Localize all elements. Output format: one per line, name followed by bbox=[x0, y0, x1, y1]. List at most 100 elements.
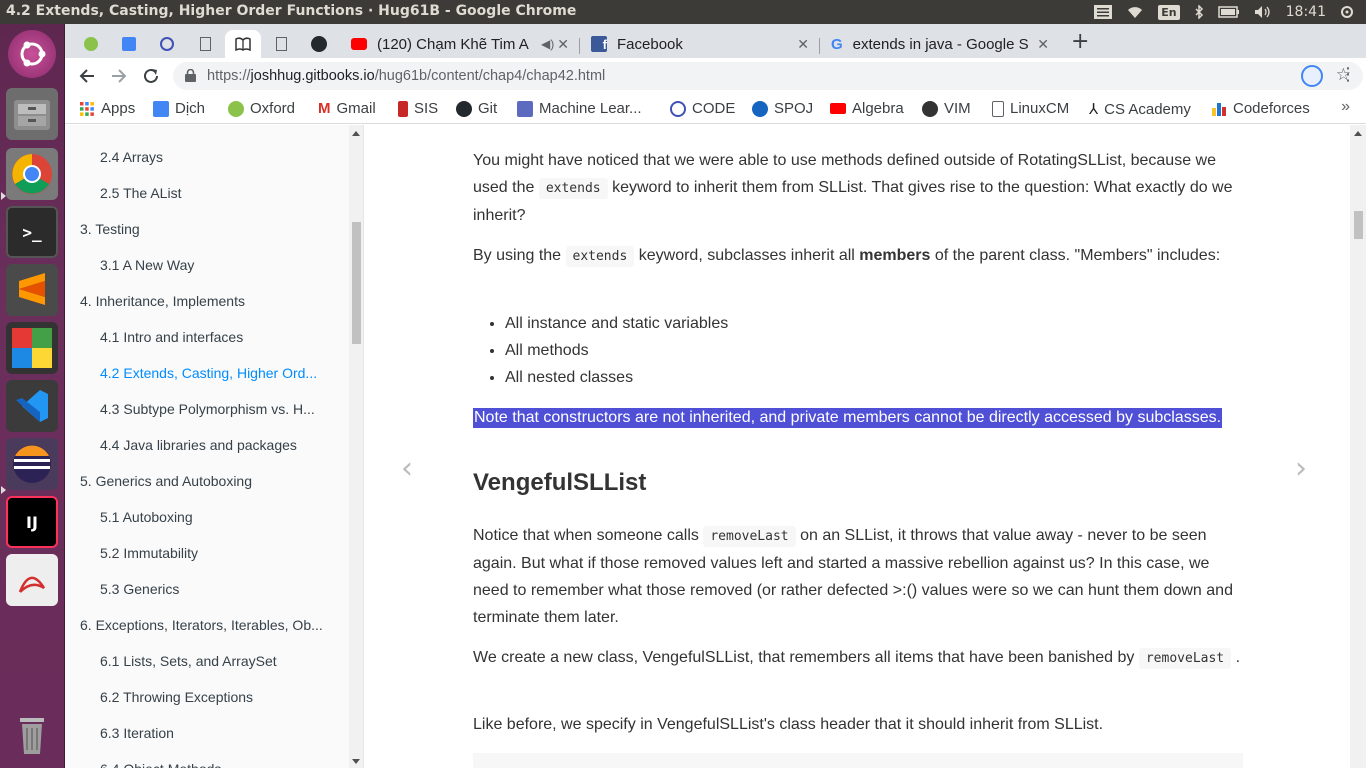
sidebar-scrollbar[interactable] bbox=[349, 125, 364, 768]
spoj-icon bbox=[752, 100, 768, 117]
wifi-icon[interactable] bbox=[1126, 5, 1144, 19]
bookmark-gmail[interactable]: M Gmail bbox=[318, 100, 376, 117]
article-content: You might have noticed that we were able… bbox=[365, 125, 1350, 768]
inline-code: extends bbox=[565, 246, 635, 267]
page-scrollbar[interactable] bbox=[1350, 125, 1366, 768]
bookmark-cs-academy[interactable]: ⅄ CS Academy bbox=[1089, 100, 1191, 119]
intellij-icon[interactable]: IJ bbox=[6, 496, 58, 548]
eclipse-icon[interactable] bbox=[6, 438, 58, 490]
active-tab[interactable] bbox=[225, 30, 261, 58]
summary-item[interactable]: 5. Generics and Autoboxing bbox=[80, 473, 342, 489]
app-grid-icon[interactable] bbox=[6, 322, 58, 374]
summary-item[interactable]: 3. Testing bbox=[80, 221, 342, 237]
close-tab-icon[interactable]: ✕ bbox=[557, 36, 569, 53]
summary-item[interactable]: 4. Inheritance, Implements bbox=[80, 293, 342, 309]
files-icon[interactable] bbox=[6, 88, 58, 140]
summary-item[interactable]: 3.1 A New Way bbox=[100, 257, 330, 273]
summary-item[interactable]: 5.3 Generics bbox=[100, 581, 330, 597]
keyboard-layout-indicator[interactable]: En bbox=[1158, 4, 1180, 20]
ubuntu-dash-icon[interactable] bbox=[8, 30, 56, 78]
github-icon bbox=[456, 100, 472, 117]
document-favicon-icon bbox=[275, 37, 287, 51]
tab-facebook[interactable]: f Facebook ✕ bbox=[581, 30, 815, 58]
scroll-up-arrow-icon[interactable] bbox=[1354, 131, 1362, 136]
summary-item[interactable]: 4.4 Java libraries and packages bbox=[100, 437, 330, 453]
sublime-text-icon[interactable] bbox=[6, 264, 58, 316]
chrome-icon[interactable] bbox=[6, 148, 58, 200]
pinned-tab[interactable] bbox=[301, 30, 337, 58]
power-gear-icon[interactable] bbox=[1340, 5, 1354, 19]
summary-item[interactable]: 2.5 The AList bbox=[100, 185, 330, 201]
pinned-tab[interactable] bbox=[111, 30, 147, 58]
bookmark-codeforces[interactable]: Codeforces bbox=[1211, 100, 1310, 117]
summary-item[interactable]: 4.3 Subtype Polymorphism vs. H... bbox=[100, 401, 330, 417]
scroll-down-arrow-icon[interactable] bbox=[352, 759, 360, 764]
pdf-viewer-icon[interactable] bbox=[6, 554, 58, 606]
bookmark-oxford[interactable]: Oxford bbox=[228, 100, 295, 117]
summary-item[interactable]: 6.1 Lists, Sets, and ArraySet bbox=[100, 653, 330, 669]
address-bar[interactable]: https://joshhug.gitbooks.io/hug61b/conte… bbox=[173, 62, 1363, 90]
trash-icon[interactable] bbox=[6, 708, 58, 760]
youtube-icon bbox=[830, 103, 846, 114]
list-item: All methods bbox=[505, 337, 728, 364]
summary-item[interactable]: 6.2 Throwing Exceptions bbox=[100, 689, 330, 705]
apps-grid-icon bbox=[80, 101, 94, 116]
new-tab-button[interactable]: + bbox=[1071, 29, 1089, 54]
pinned-tab[interactable] bbox=[187, 30, 223, 58]
summary-item[interactable]: 5.1 Autoboxing bbox=[100, 509, 330, 525]
close-tab-icon[interactable]: ✕ bbox=[797, 36, 809, 53]
url-text[interactable]: https://joshhug.gitbooks.io/hug61b/conte… bbox=[207, 68, 605, 84]
battery-icon[interactable] bbox=[1217, 5, 1240, 19]
extension-icon[interactable] bbox=[1301, 65, 1323, 87]
pinned-tab[interactable] bbox=[73, 30, 109, 58]
page-scroll-thumb[interactable] bbox=[1354, 211, 1363, 239]
tab-strip: (120) Chạm Khẽ Tim A ◀) ✕ f Facebook ✕ G… bbox=[65, 24, 1366, 58]
bookmark-machine-learning[interactable]: Machine Lear... bbox=[517, 100, 642, 117]
bookmark-code[interactable]: CODE bbox=[670, 100, 735, 117]
clock[interactable]: 18:41 bbox=[1286, 4, 1326, 20]
summary-item[interactable]: 6. Exceptions, Iterators, Iterables, Ob.… bbox=[80, 617, 342, 633]
bookmark-linuxcm[interactable]: LinuxCM bbox=[992, 100, 1069, 117]
forward-button[interactable] bbox=[107, 64, 131, 88]
bookmark-sis[interactable]: SIS bbox=[398, 100, 438, 117]
pinned-tab[interactable] bbox=[149, 30, 185, 58]
audio-playing-icon[interactable]: ◀) bbox=[541, 37, 554, 51]
document-favicon-icon bbox=[199, 37, 211, 51]
previous-page-arrow-icon[interactable]: ‹ bbox=[401, 454, 413, 484]
summary-item[interactable]: 6.4 Object Methods bbox=[100, 761, 330, 768]
paragraph: Like before, we specify in VengefulSLLis… bbox=[473, 716, 1104, 733]
vscode-icon[interactable] bbox=[6, 380, 58, 432]
summary-item[interactable]: 4.2 Extends, Casting, Higher Ord... bbox=[100, 365, 330, 381]
bookmark-dich[interactable]: Dịch bbox=[153, 100, 205, 117]
back-button[interactable] bbox=[75, 64, 99, 88]
sidebar-scroll-thumb[interactable] bbox=[352, 222, 361, 344]
pinned-tab[interactable] bbox=[263, 30, 299, 58]
volume-icon[interactable] bbox=[1254, 5, 1272, 19]
more-bookmarks-button[interactable]: » bbox=[1341, 98, 1350, 116]
launcher: >_ IJ bbox=[0, 24, 65, 768]
chrome-menu-icon[interactable]: ⋮ bbox=[1339, 64, 1357, 85]
bookmark-git[interactable]: Git bbox=[456, 100, 497, 117]
next-page-arrow-icon[interactable]: › bbox=[1295, 454, 1307, 484]
scroll-up-arrow-icon[interactable] bbox=[352, 131, 360, 136]
summary-item[interactable]: 5.2 Immutability bbox=[100, 545, 330, 561]
arrow-right-icon bbox=[112, 69, 127, 83]
tab-youtube[interactable]: (120) Chạm Khẽ Tim A ◀) ✕ bbox=[341, 30, 575, 58]
bookmark-vim[interactable]: VIM bbox=[922, 100, 971, 117]
bookmark-apps[interactable]: Apps bbox=[79, 100, 135, 117]
lock-icon[interactable] bbox=[185, 69, 196, 82]
menu-list-icon[interactable] bbox=[1094, 5, 1113, 19]
summary-item[interactable]: 2.4 Arrays bbox=[100, 149, 330, 165]
summary-item[interactable]: 6.3 Iteration bbox=[100, 725, 330, 741]
close-tab-icon[interactable]: ✕ bbox=[1037, 36, 1049, 53]
reload-button[interactable] bbox=[139, 64, 163, 88]
bluetooth-icon[interactable] bbox=[1194, 4, 1204, 20]
gmail-icon: M bbox=[318, 100, 331, 117]
terminal-icon[interactable]: >_ bbox=[6, 206, 58, 258]
tab-google[interactable]: G extends in java - Google S ✕ bbox=[821, 30, 1055, 58]
github-favicon-icon bbox=[311, 36, 327, 52]
bookmark-algebra[interactable]: Algebra bbox=[830, 100, 904, 117]
summary-item[interactable]: 4.1 Intro and interfaces bbox=[100, 329, 330, 345]
bookmark-spoj[interactable]: SPOJ bbox=[752, 100, 813, 117]
selected-note-text[interactable]: Note that constructors are not inherited… bbox=[473, 408, 1223, 428]
